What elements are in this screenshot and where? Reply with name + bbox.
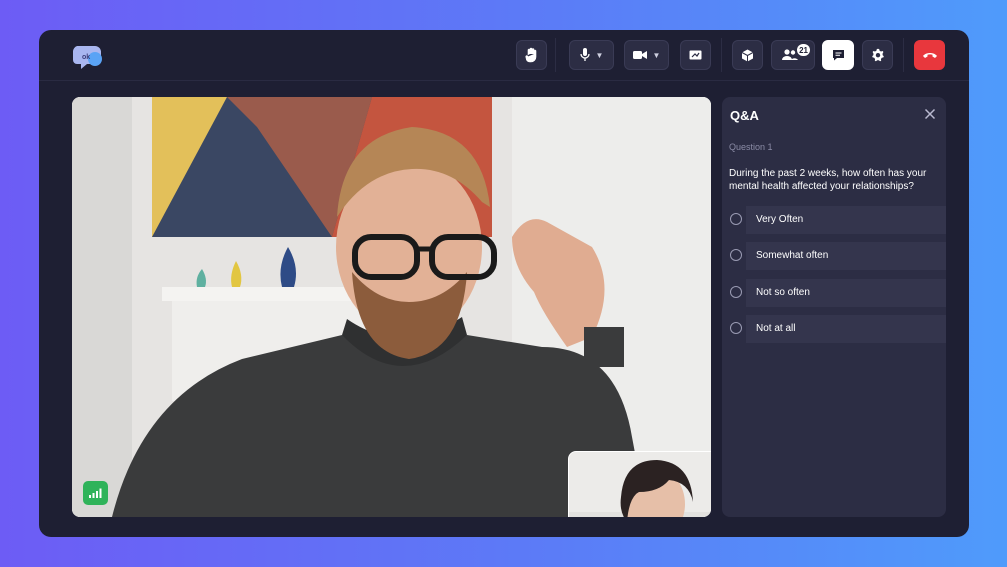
video-call-window: ok ▼ ▼ 21 Q&A Question 1 During the past… [39, 30, 969, 537]
toolbar-divider [903, 38, 904, 72]
raise-hand-button[interactable] [516, 40, 547, 70]
question-number: Question 1 [729, 142, 773, 152]
self-view-image [569, 452, 711, 517]
apps-button[interactable] [732, 40, 763, 70]
answer-option[interactable]: Somewhat often [722, 242, 946, 270]
radio-button[interactable] [730, 286, 742, 298]
option-label: Very Often [756, 214, 804, 225]
toolbar-divider [721, 38, 722, 72]
end-call-button[interactable] [914, 40, 945, 70]
camera-button[interactable]: ▼ [624, 40, 669, 70]
cube-icon [741, 49, 754, 61]
toolbar: ok ▼ ▼ 21 [39, 30, 969, 81]
app-logo: ok [73, 46, 102, 69]
answer-option[interactable]: Very Often [722, 206, 946, 234]
answer-option[interactable]: Not at all [722, 315, 946, 343]
participants-icon [782, 49, 798, 60]
chat-button[interactable] [822, 40, 854, 70]
radio-button[interactable] [730, 213, 742, 225]
option-label: Not at all [756, 323, 796, 334]
svg-text:ok: ok [82, 54, 90, 61]
question-text: During the past 2 weeks, how often has y… [729, 168, 927, 192]
hang-up-icon [922, 53, 937, 58]
option-label: Somewhat often [756, 250, 829, 261]
qa-panel: Q&A Question 1 During the past 2 weeks, … [722, 97, 946, 517]
chat-icon [832, 50, 844, 61]
screen-share-button[interactable] [680, 40, 711, 70]
radio-button[interactable] [730, 322, 742, 334]
main-video-feed[interactable] [72, 97, 711, 517]
chevron-down-icon: ▼ [652, 50, 661, 60]
screen-share-icon [689, 50, 702, 59]
hand-icon [524, 47, 536, 63]
gear-icon [871, 48, 884, 62]
signal-strength-indicator [83, 481, 108, 505]
settings-button[interactable] [862, 40, 893, 70]
answer-option[interactable]: Not so often [722, 279, 946, 307]
participants-count-badge: 21 [797, 44, 810, 56]
radio-button[interactable] [730, 249, 742, 261]
video-camera-icon [632, 51, 647, 59]
self-view-video[interactable] [568, 451, 711, 517]
microphone-button[interactable]: ▼ [569, 40, 614, 70]
signal-bars-icon [89, 488, 102, 498]
option-label: Not so often [756, 287, 810, 298]
toolbar-divider [555, 38, 556, 72]
participants-button[interactable]: 21 [771, 40, 815, 70]
close-icon[interactable] [922, 106, 938, 122]
microphone-icon [579, 48, 590, 61]
chevron-down-icon: ▼ [595, 50, 604, 60]
qa-title: Q&A [730, 108, 759, 123]
